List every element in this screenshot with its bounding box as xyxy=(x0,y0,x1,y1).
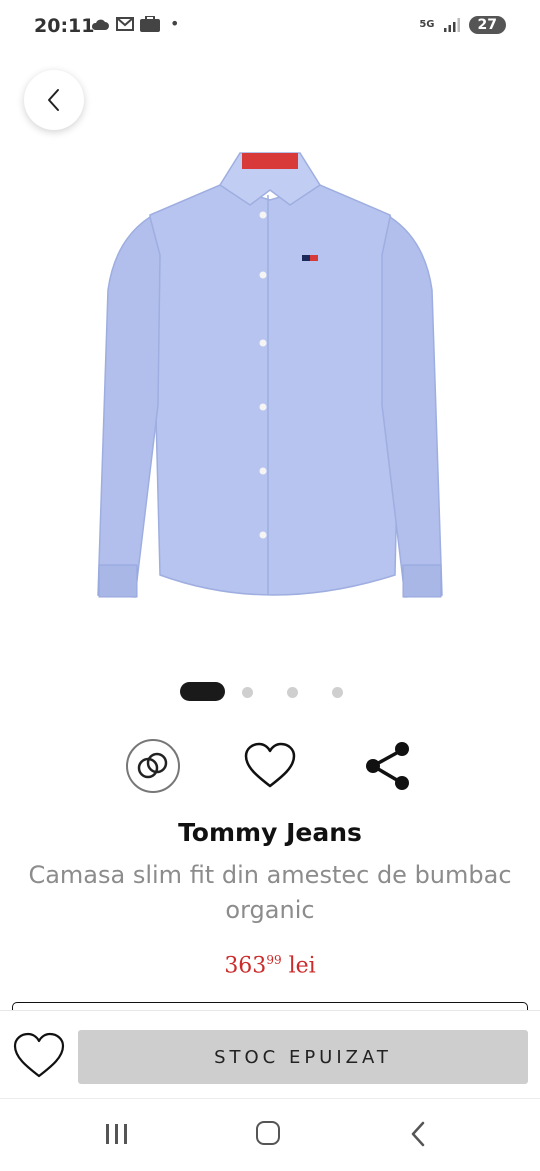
product-price: 36399 lei xyxy=(0,953,540,978)
network-type: 5G xyxy=(419,19,435,30)
image-carousel-indicator xyxy=(0,682,540,702)
brand-name[interactable]: Tommy Jeans xyxy=(0,818,540,847)
emag-icon xyxy=(140,16,160,32)
carousel-dot[interactable] xyxy=(332,687,343,698)
cloud-icon xyxy=(91,19,109,30)
bottom-action-bar: STOC EPUIZAT xyxy=(0,1010,540,1099)
heart-icon xyxy=(244,742,296,788)
compare-icon xyxy=(137,752,168,779)
product-title: Camasa slim fit din amestec de bumbac or… xyxy=(28,861,512,924)
back-button[interactable] xyxy=(24,70,84,130)
carousel-dot-active[interactable] xyxy=(180,682,225,701)
more-notifications-dot: • xyxy=(170,14,180,33)
price-main: 363 xyxy=(224,953,267,979)
share-icon xyxy=(366,742,409,790)
system-navigation-bar xyxy=(0,1098,540,1171)
share-button[interactable] xyxy=(364,741,412,791)
battery-level: 27 xyxy=(468,16,506,34)
wishlist-button[interactable] xyxy=(243,741,297,791)
chevron-left-icon xyxy=(48,89,59,111)
product-image[interactable] xyxy=(90,145,450,615)
home-icon[interactable] xyxy=(256,1121,280,1145)
product-actions xyxy=(0,737,540,795)
mail-icon xyxy=(116,17,134,31)
status-time: 20:11 xyxy=(34,15,95,37)
status-bar: 20:11 • 5G 27 xyxy=(0,0,540,56)
signal-icon xyxy=(443,18,460,32)
shirt-image xyxy=(97,152,443,598)
heart-icon xyxy=(13,1032,65,1078)
compare-button[interactable] xyxy=(126,739,180,793)
out-of-stock-button[interactable]: STOC EPUIZAT xyxy=(78,1030,528,1084)
notification-icons xyxy=(90,16,160,32)
recent-apps-icon[interactable] xyxy=(104,1123,130,1145)
carousel-dot[interactable] xyxy=(287,687,298,698)
price-decimals: 99 xyxy=(266,953,282,967)
bottom-wishlist-button[interactable] xyxy=(12,1031,66,1081)
system-icons: 5G 27 xyxy=(419,16,506,34)
carousel-dot[interactable] xyxy=(242,687,253,698)
nav-back-icon[interactable] xyxy=(408,1119,428,1149)
price-currency: lei xyxy=(288,953,316,979)
